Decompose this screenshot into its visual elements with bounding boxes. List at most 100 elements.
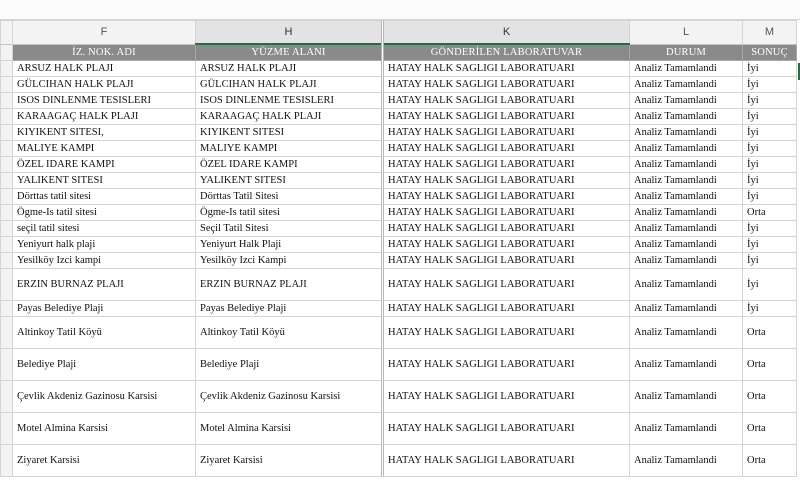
table-cell[interactable]: Analiz Tamamlandi <box>629 188 743 205</box>
row-header[interactable] <box>0 204 13 221</box>
table-cell[interactable]: Ziyaret Karsisi <box>195 444 383 477</box>
row-header[interactable] <box>0 380 13 413</box>
table-cell[interactable]: HATAY HALK SAGLIGI LABORATUARI <box>381 348 630 381</box>
table-cell[interactable]: HATAY HALK SAGLIGI LABORATUARI <box>381 316 630 349</box>
row-header[interactable] <box>0 124 13 141</box>
row-header[interactable] <box>0 220 13 237</box>
row-header[interactable] <box>0 188 13 205</box>
table-cell[interactable]: İyi <box>742 300 797 317</box>
table-cell[interactable]: HATAY HALK SAGLIGI LABORATUARI <box>381 92 630 109</box>
table-cell[interactable]: Analiz Tamamlandi <box>629 204 743 221</box>
table-cell[interactable]: YALIKENT SITESI <box>12 172 196 189</box>
table-cell[interactable]: Analiz Tamamlandi <box>629 348 743 381</box>
table-cell[interactable]: Orta <box>742 204 797 221</box>
header-cell-sonuc[interactable]: SONUÇ <box>742 43 797 61</box>
table-cell[interactable]: ERZIN BURNAZ PLAJI <box>12 268 196 301</box>
table-cell[interactable]: KARAAGAÇ HALK PLAJI <box>195 108 383 125</box>
table-cell[interactable]: Analiz Tamamlandi <box>629 268 743 301</box>
table-cell[interactable]: Analiz Tamamlandi <box>629 380 743 413</box>
table-cell[interactable]: Orta <box>742 380 797 413</box>
table-cell[interactable]: seçil tatil sitesi <box>12 220 196 237</box>
table-cell[interactable]: Ziyaret Karsisi <box>12 444 196 477</box>
table-cell[interactable]: ARSUZ HALK PLAJI <box>12 60 196 77</box>
table-cell[interactable]: GÜLCIHAN HALK PLAJI <box>12 76 196 93</box>
row-header[interactable] <box>0 156 13 173</box>
row-header[interactable] <box>0 236 13 253</box>
table-cell[interactable]: Dörttas tatil sitesi <box>12 188 196 205</box>
column-header-k[interactable]: K <box>381 20 630 45</box>
row-header[interactable] <box>0 172 13 189</box>
table-cell[interactable]: Analiz Tamamlandi <box>629 172 743 189</box>
table-cell[interactable]: Analiz Tamamlandi <box>629 220 743 237</box>
row-header[interactable] <box>0 268 13 301</box>
row-header[interactable] <box>0 76 13 93</box>
table-cell[interactable]: Analiz Tamamlandi <box>629 412 743 445</box>
table-cell[interactable]: HATAY HALK SAGLIGI LABORATUARI <box>381 300 630 317</box>
table-cell[interactable]: Ögme-Is tatil sitesi <box>12 204 196 221</box>
table-cell[interactable]: Ögme-Is tatil sitesi <box>195 204 383 221</box>
table-cell[interactable]: İyi <box>742 268 797 301</box>
table-cell[interactable]: Orta <box>742 348 797 381</box>
table-cell[interactable]: Yeniyurt halk plaji <box>12 236 196 253</box>
table-cell[interactable]: Altinkoy Tatil Köyü <box>195 316 383 349</box>
table-cell[interactable]: ARSUZ HALK PLAJI <box>195 60 383 77</box>
row-header[interactable] <box>0 60 13 77</box>
table-cell[interactable]: KIYIKENT SITESI, <box>12 124 196 141</box>
table-cell[interactable]: Belediye Plaji <box>195 348 383 381</box>
table-cell[interactable]: İyi <box>742 108 797 125</box>
header-cell-laboratuvar[interactable]: GÖNDERİLEN LABORATUVAR <box>381 43 630 61</box>
table-cell[interactable]: YALIKENT SITESI <box>195 172 383 189</box>
table-cell[interactable]: HATAY HALK SAGLIGI LABORATUARI <box>381 204 630 221</box>
column-header-m[interactable]: M <box>742 20 797 45</box>
table-cell[interactable]: Çevlik Akdeniz Gazinosu Karsisi <box>195 380 383 413</box>
table-cell[interactable]: Analiz Tamamlandi <box>629 140 743 157</box>
table-cell[interactable]: GÜLCIHAN HALK PLAJI <box>195 76 383 93</box>
table-cell[interactable]: HATAY HALK SAGLIGI LABORATUARI <box>381 220 630 237</box>
table-cell[interactable]: Analiz Tamamlandi <box>629 92 743 109</box>
table-cell[interactable]: İyi <box>742 124 797 141</box>
column-header-h[interactable]: H <box>195 20 383 45</box>
table-cell[interactable]: Motel Almina Karsisi <box>12 412 196 445</box>
header-cell-iz-nok-adi[interactable]: İZ. NOK. ADI <box>12 43 196 61</box>
table-cell[interactable]: HATAY HALK SAGLIGI LABORATUARI <box>381 380 630 413</box>
table-cell[interactable]: HATAY HALK SAGLIGI LABORATUARI <box>381 108 630 125</box>
table-cell[interactable]: İyi <box>742 172 797 189</box>
table-cell[interactable]: Analiz Tamamlandi <box>629 316 743 349</box>
table-cell[interactable]: İyi <box>742 140 797 157</box>
table-cell[interactable]: İyi <box>742 236 797 253</box>
table-cell[interactable]: İyi <box>742 76 797 93</box>
table-cell[interactable]: Orta <box>742 444 797 477</box>
table-cell[interactable]: MALIYE KAMPI <box>195 140 383 157</box>
table-cell[interactable]: Altinkoy Tatil Köyü <box>12 316 196 349</box>
table-cell[interactable]: Orta <box>742 412 797 445</box>
row-header[interactable] <box>0 140 13 157</box>
header-cell-durum[interactable]: DURUM <box>629 43 743 61</box>
table-cell[interactable]: Payas Belediye Plaji <box>195 300 383 317</box>
table-cell[interactable]: HATAY HALK SAGLIGI LABORATUARI <box>381 172 630 189</box>
table-cell[interactable]: HATAY HALK SAGLIGI LABORATUARI <box>381 412 630 445</box>
header-cell-yuzme-alani[interactable]: YÜZME ALANI <box>195 43 383 61</box>
table-cell[interactable]: Analiz Tamamlandi <box>629 124 743 141</box>
row-header[interactable] <box>0 444 13 477</box>
table-cell[interactable]: ERZIN BURNAZ PLAJI <box>195 268 383 301</box>
table-cell[interactable]: HATAY HALK SAGLIGI LABORATUARI <box>381 252 630 269</box>
select-all-corner[interactable] <box>0 20 13 45</box>
table-cell[interactable]: Analiz Tamamlandi <box>629 76 743 93</box>
table-cell[interactable]: İyi <box>742 92 797 109</box>
table-cell[interactable]: İyi <box>742 252 797 269</box>
table-cell[interactable]: Yesilköy Izci Kampi <box>195 252 383 269</box>
table-cell[interactable]: Belediye Plaji <box>12 348 196 381</box>
table-cell[interactable]: İyi <box>742 156 797 173</box>
table-cell[interactable]: HATAY HALK SAGLIGI LABORATUARI <box>381 188 630 205</box>
table-cell[interactable]: HATAY HALK SAGLIGI LABORATUARI <box>381 124 630 141</box>
table-cell[interactable]: KIYIKENT SITESI <box>195 124 383 141</box>
table-cell[interactable]: HATAY HALK SAGLIGI LABORATUARI <box>381 140 630 157</box>
table-cell[interactable]: Motel Almina Karsisi <box>195 412 383 445</box>
table-cell[interactable]: ISOS DINLENME TESISLERI <box>195 92 383 109</box>
table-cell[interactable]: Payas Belediye Plaji <box>12 300 196 317</box>
table-cell[interactable]: HATAY HALK SAGLIGI LABORATUARI <box>381 268 630 301</box>
row-header[interactable] <box>0 316 13 349</box>
table-cell[interactable]: HATAY HALK SAGLIGI LABORATUARI <box>381 156 630 173</box>
table-cell[interactable]: İyi <box>742 220 797 237</box>
table-cell[interactable]: ÖZEL IDARE KAMPI <box>12 156 196 173</box>
